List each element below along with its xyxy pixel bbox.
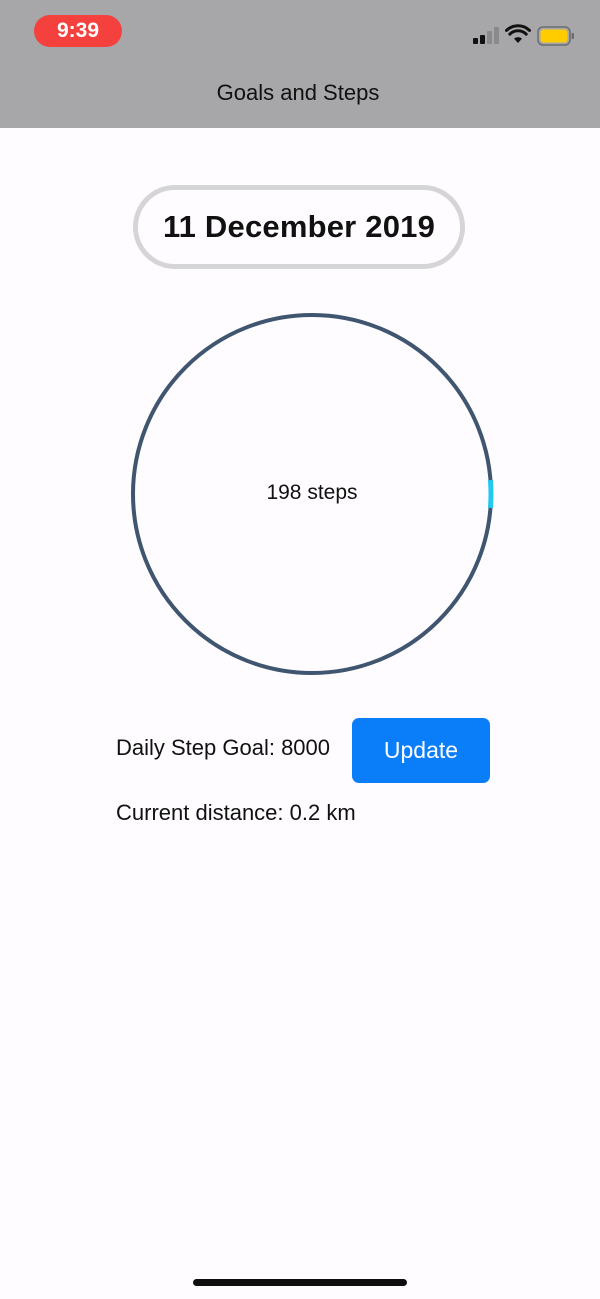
wifi-icon [505,24,531,43]
screen: 9:39 Goals and Steps 11 December 2019 19… [0,0,600,1299]
page-title: Goals and Steps [216,80,380,105]
top-bar: 9:39 Goals and Steps [0,0,600,128]
date-pill: 11 December 2019 [133,185,465,269]
battery-icon [537,26,574,46]
signal-icon [473,27,501,44]
update-button[interactable]: Update [352,718,490,783]
home-indicator[interactable] [193,1279,407,1286]
daily-step-goal: Daily Step Goal: 8000 [116,735,331,760]
status-time[interactable]: 9:39 [34,15,122,47]
current-distance: Current distance: 0.2 km [116,800,356,825]
date-label: 11 December 2019 [162,209,436,244]
steps-count: 198 steps [266,481,358,504]
